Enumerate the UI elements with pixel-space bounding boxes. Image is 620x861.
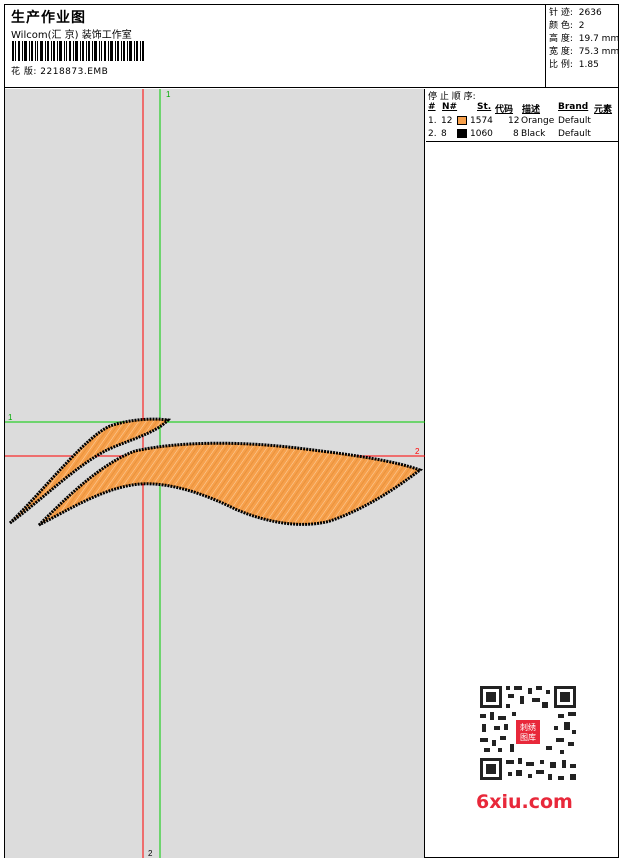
row-1-needle: 12	[441, 116, 453, 126]
col-header-brand: Brand	[558, 102, 589, 112]
header-panel: 生产作业图 Wilcom(汇 京) 装饰工作室 花 版: 2218873.EMB	[4, 4, 546, 88]
stat-colors-label: 颜 色:	[549, 21, 573, 31]
stat-height-label: 高 度:	[549, 34, 573, 44]
green-marker-left: 1	[8, 413, 13, 422]
col-header-needle: N#	[442, 102, 458, 112]
stat-scale: 比 例: 1.85	[549, 57, 599, 70]
site-watermark: 6xiu.com	[476, 791, 573, 813]
stamp-text-top: 刺绣	[520, 722, 536, 732]
row-1-brand: Default	[558, 116, 591, 126]
design-filename: 2218873.EMB	[40, 67, 109, 77]
design-file: 花 版: 2218873.EMB	[11, 64, 108, 77]
qr-code-image: 刺绣 图库	[470, 680, 584, 788]
col-header-description: 描述	[522, 105, 541, 115]
stat-scale-value: 1.85	[578, 60, 599, 70]
row-1-description: Orange	[521, 116, 555, 126]
row-1-stitches: 12	[508, 116, 520, 126]
sheet-title: 生产作业图	[11, 10, 86, 26]
embroidery-preview: 1 1 2 2	[5, 89, 425, 858]
stat-colors: 颜 色: 2	[549, 18, 585, 31]
stat-stitches-label: 针 迹:	[549, 8, 573, 18]
stat-width-value: 75.3 mm	[578, 47, 620, 57]
row-2-needle: 8	[441, 129, 447, 139]
design-label: 花 版:	[11, 67, 37, 77]
row-2-color-swatch	[457, 129, 467, 138]
row-2-code: 1060	[470, 129, 493, 139]
row-2-stitches: 8	[513, 129, 519, 139]
green-marker-top: 1	[166, 90, 171, 99]
row-2-index: 2.	[428, 129, 437, 139]
row-2-brand: Default	[558, 129, 591, 139]
row-1-color-swatch	[457, 116, 467, 125]
panel-divider	[426, 141, 619, 142]
red-marker-bottom: 2	[148, 849, 153, 858]
barcode-image	[12, 41, 144, 61]
stat-stitches-value: 2636	[578, 8, 602, 18]
red-marker-right: 2	[415, 447, 420, 456]
stat-stitches: 针 迹: 2636	[549, 5, 602, 18]
row-1-index: 1.	[428, 116, 437, 126]
stat-scale-label: 比 例:	[549, 60, 573, 70]
stat-width: 宽 度: 75.3 mm	[549, 44, 619, 57]
stamp-text-bottom: 图库	[520, 732, 536, 742]
stat-height-value: 19.7 mm	[578, 34, 620, 44]
col-header-stitches: St.	[477, 102, 492, 112]
col-header-index: #	[428, 102, 436, 112]
stat-width-label: 宽 度:	[549, 47, 573, 57]
col-header-element: 元素	[594, 105, 613, 115]
stop-sequence-title: 停 止 顺 序:	[428, 92, 476, 102]
stat-colors-value: 2	[578, 21, 585, 31]
studio-name: Wilcom(汇 京) 装饰工作室	[11, 30, 132, 41]
col-header-code: 代码	[495, 105, 514, 115]
stat-height: 高 度: 19.7 mm	[549, 31, 619, 44]
design-canvas: 1 1 2 2	[5, 89, 425, 858]
row-2-description: Black	[521, 129, 546, 139]
row-1-code: 1574	[470, 116, 493, 126]
